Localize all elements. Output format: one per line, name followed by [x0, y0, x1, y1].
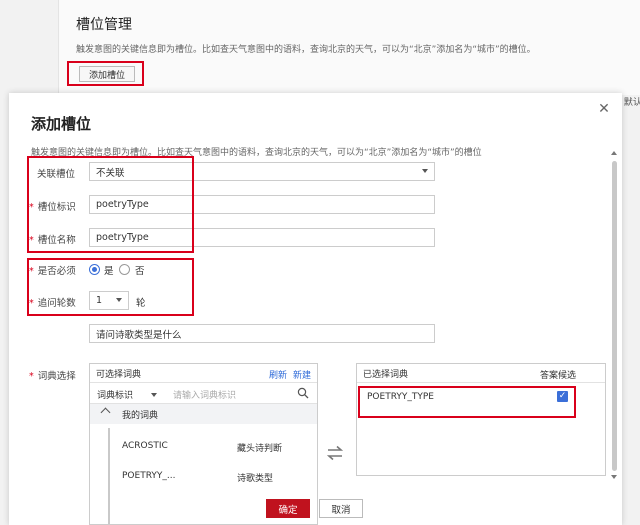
dictionary-item-name: 藏头诗判断: [237, 444, 283, 454]
dictionary-item-id: ACROSTIC: [122, 441, 168, 451]
rounds-label: * 追问轮数: [29, 295, 76, 309]
answer-candidate-header: 答案候选: [540, 371, 577, 381]
dictionary-item-id: POETRYY_...: [122, 471, 176, 481]
dialog-title: 添加槽位: [31, 115, 92, 133]
chevron-up-icon: [100, 407, 111, 418]
slot-name-label-text: 槽位名称: [37, 235, 76, 246]
required-mark: *: [29, 371, 34, 382]
slot-name-value: poetryType: [96, 232, 149, 243]
prompt-value: 请问诗歌类型是什么: [96, 329, 182, 341]
slot-name-input[interactable]: poetryType: [89, 228, 435, 247]
slot-id-input[interactable]: poetryType: [89, 195, 435, 214]
rounds-label-text: 追问轮数: [37, 298, 76, 309]
linked-slot-select[interactable]: 不关联: [89, 162, 435, 181]
slot-name-label: * 槽位名称: [29, 232, 76, 246]
confirm-button[interactable]: 确定: [266, 499, 310, 518]
required-label: * 是否必须: [29, 263, 76, 277]
close-icon[interactable]: ✕: [597, 102, 611, 116]
slot-id-value: poetryType: [96, 199, 149, 210]
chevron-down-icon: [151, 393, 157, 397]
create-link[interactable]: 新建: [293, 368, 311, 381]
table-row[interactable]: POETRYY_TYPE ✓: [357, 388, 605, 406]
selected-dictionary-id: POETRYY_TYPE: [367, 392, 434, 402]
divider: [90, 382, 317, 383]
answer-candidate-checkbox[interactable]: ✓: [557, 391, 568, 402]
scroll-up-icon[interactable]: [611, 151, 617, 155]
required-label-text: 是否必须: [37, 266, 76, 277]
list-item[interactable]: POETRYY_... 诗歌类型: [90, 468, 317, 486]
dictionary-item-name: 诗歌类型: [237, 474, 274, 484]
slot-id-label-text: 槽位标识: [37, 202, 76, 213]
dialog-scrollbar[interactable]: [611, 151, 617, 479]
prompt-input[interactable]: 请问诗歌类型是什么: [89, 324, 435, 343]
required-mark: *: [29, 235, 34, 246]
transfer-icon[interactable]: [327, 445, 343, 461]
dictionary-label-text: 词典选择: [37, 371, 76, 382]
page-title: 槽位管理: [76, 17, 132, 33]
divider: [357, 382, 605, 383]
dictionary-group-label: 我的词典: [122, 411, 159, 421]
list-item[interactable]: ACROSTIC 藏头诗判断: [90, 438, 317, 456]
page-description: 触发意图的关键信息即为槽位。比如查天气意图中的语料，查询北京的天气，可以为“北京…: [76, 45, 536, 55]
required-yes-label: 是: [104, 266, 114, 277]
linked-slot-label-text: 关联槽位: [36, 169, 75, 180]
required-mark: *: [29, 202, 34, 213]
dictionary-search-input[interactable]: 请输入词典标识: [173, 388, 236, 401]
slot-id-label: * 槽位标识: [29, 199, 76, 213]
required-yes-radio[interactable]: [89, 264, 100, 275]
rounds-value: 1: [96, 295, 103, 306]
dictionary-filter-select[interactable]: 词典标识: [97, 388, 133, 401]
required-no-radio[interactable]: [119, 264, 130, 275]
selected-dictionary-panel: 已选择词典 答案候选 POETRYY_TYPE ✓: [356, 363, 606, 476]
cancel-button[interactable]: 取消: [319, 499, 363, 518]
add-slot-dialog: 添加槽位 ✕ 触发意图的关键信息即为槽位。比如查天气意图中的语料，查询北京的天气…: [9, 93, 622, 525]
linked-slot-value: 不关联: [96, 167, 125, 179]
required-mark: *: [29, 298, 34, 309]
search-icon[interactable]: [297, 387, 309, 399]
rounds-select[interactable]: 1: [89, 291, 129, 310]
chevron-down-icon: [422, 169, 428, 173]
dictionary-group-row[interactable]: 我的词典: [90, 404, 317, 424]
required-no-label: 否: [135, 266, 145, 277]
linked-slot-label: 关联槽位: [29, 166, 75, 180]
rounds-unit: 轮: [136, 298, 146, 309]
refresh-link[interactable]: 刷新: [269, 368, 287, 381]
required-mark: *: [29, 266, 34, 277]
scroll-thumb[interactable]: [612, 161, 617, 471]
dialog-description: 触发意图的关键信息即为槽位。比如查天气意图中的语料，查询北京的天气，可以为“北京…: [31, 148, 482, 158]
dictionary-label: * 词典选择: [29, 368, 76, 382]
chevron-down-icon: [116, 298, 122, 302]
scroll-down-icon[interactable]: [611, 475, 617, 479]
add-slot-button[interactable]: 添加槽位: [79, 66, 135, 82]
